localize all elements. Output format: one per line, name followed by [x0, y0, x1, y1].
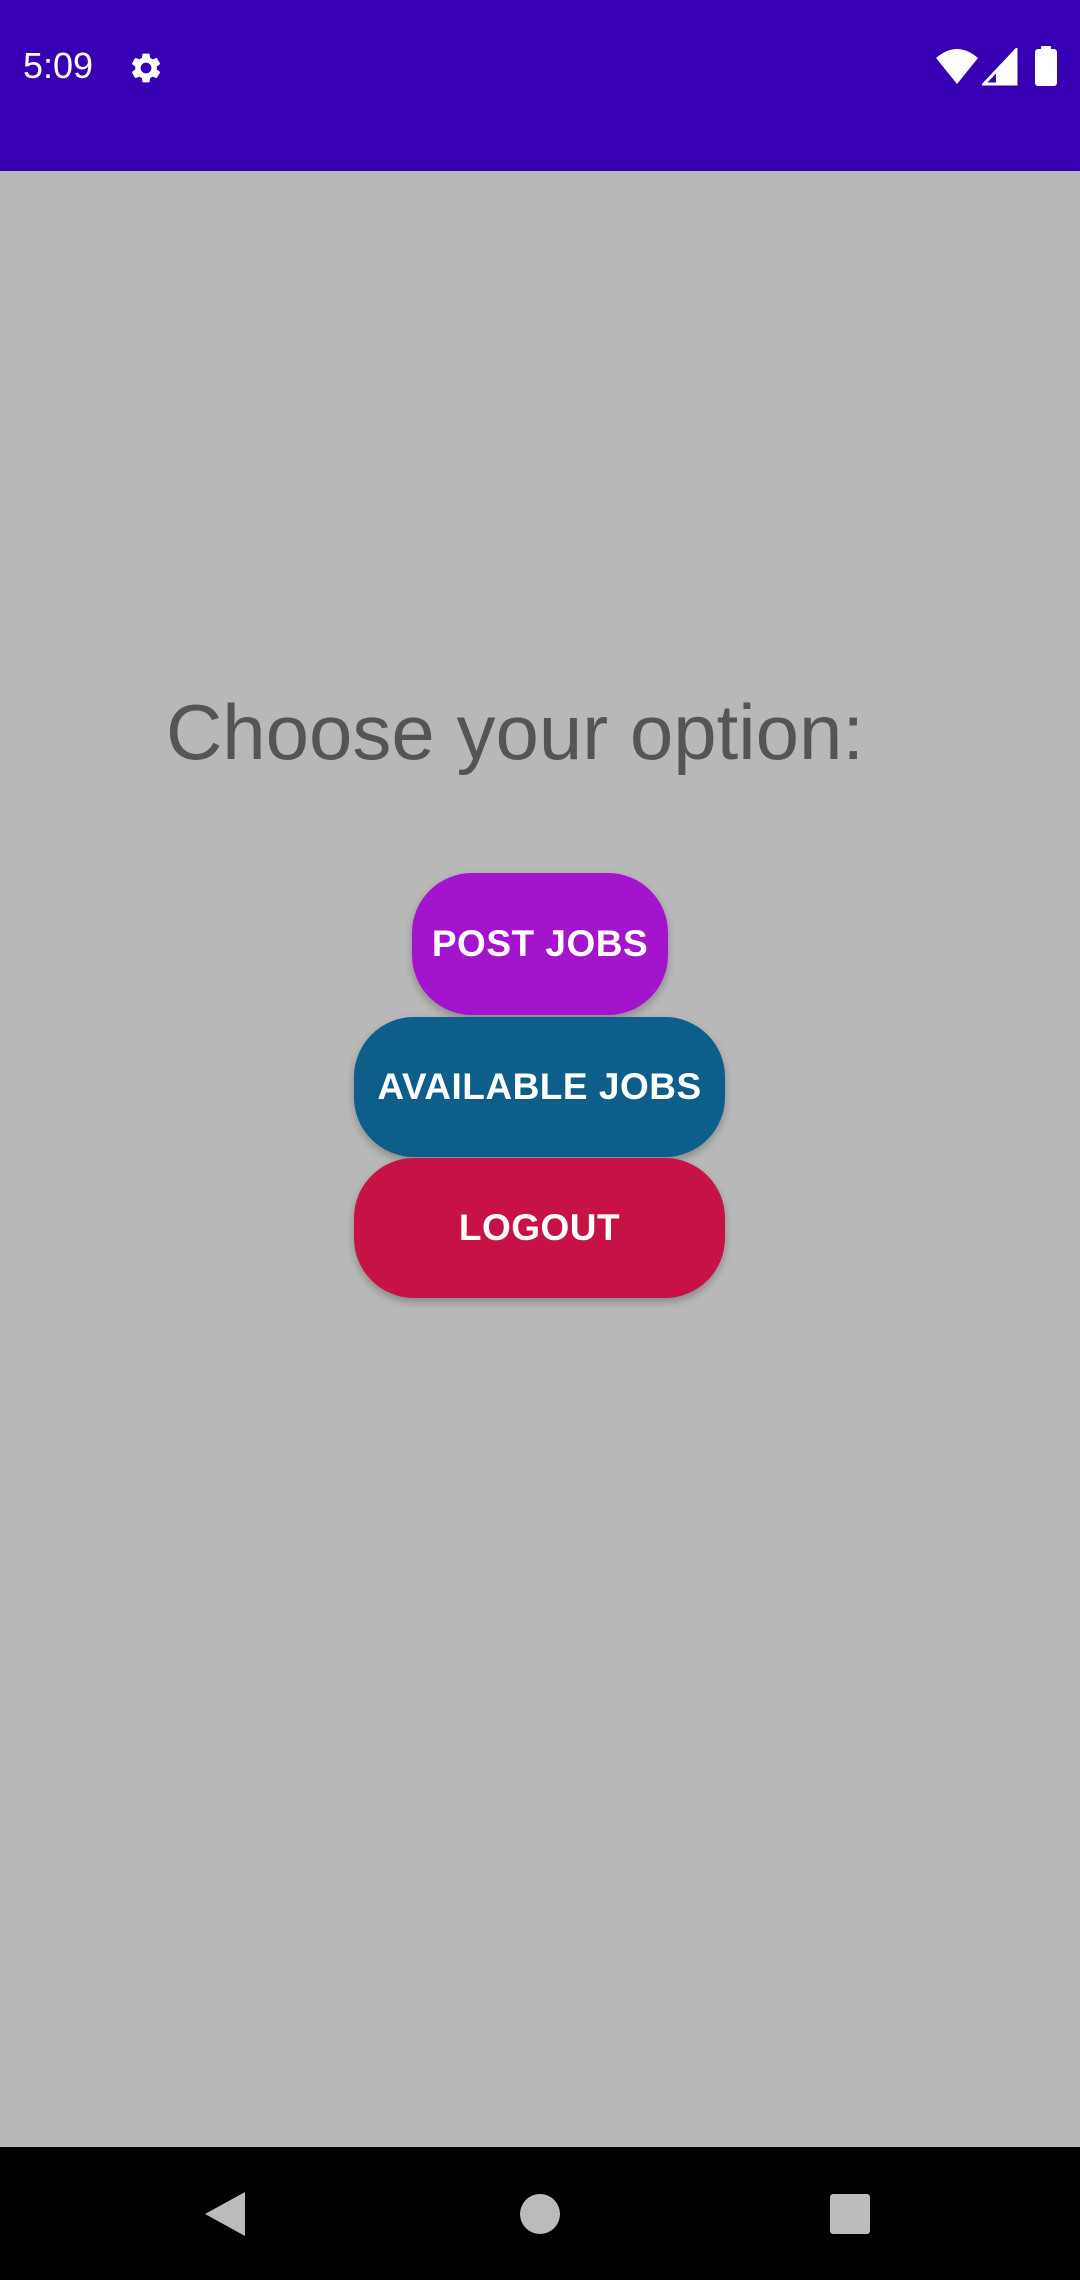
back-icon: [205, 2191, 245, 2236]
battery-icon: [1035, 46, 1057, 86]
home-button[interactable]: [460, 2147, 620, 2280]
wifi-icon: [936, 49, 978, 84]
page-title: Choose your option:: [165, 688, 865, 776]
home-icon: [520, 2193, 560, 2234]
available-jobs-button[interactable]: AVAILABLE JOBS: [354, 1017, 725, 1157]
cellular-signal-icon: [982, 48, 1018, 86]
recents-icon: [830, 2193, 870, 2234]
navigation-bar: [0, 2147, 1080, 2280]
gear-icon: [131, 53, 161, 83]
post-jobs-button[interactable]: POST JOBS: [412, 873, 668, 1015]
status-time: 5:09: [23, 45, 94, 86]
recents-button[interactable]: [770, 2147, 930, 2280]
back-button[interactable]: [145, 2147, 305, 2280]
status-bar: 5:09: [0, 0, 1080, 171]
logout-button[interactable]: LOGOUT: [354, 1158, 725, 1298]
